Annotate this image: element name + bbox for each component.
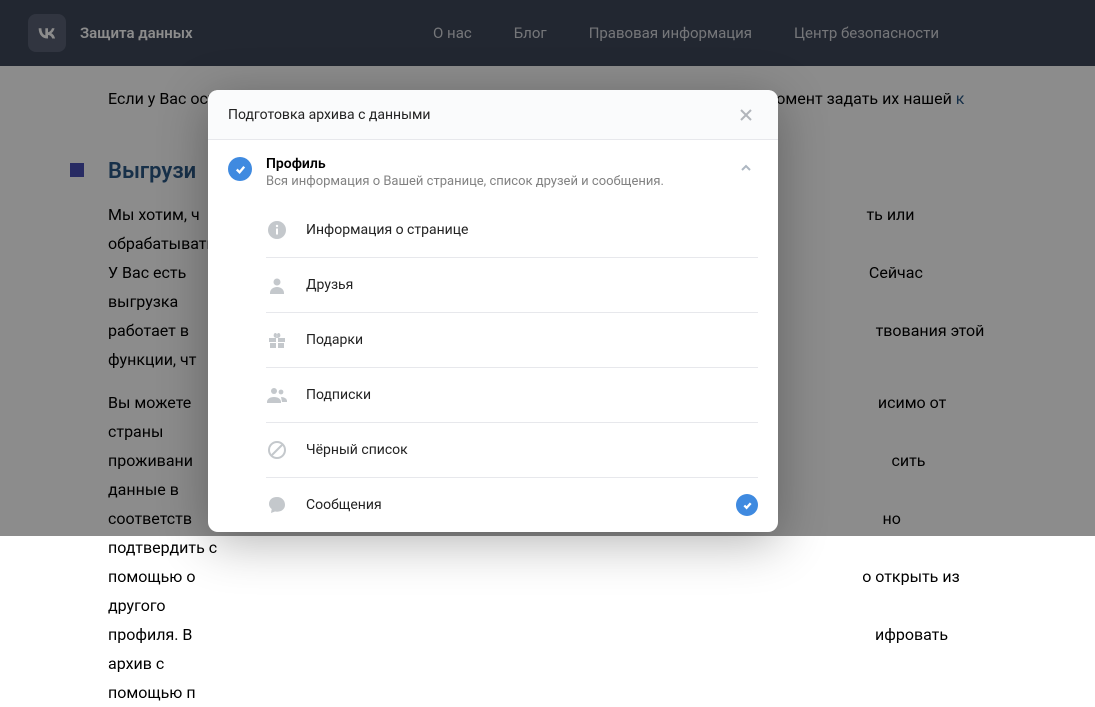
info-icon <box>266 219 288 241</box>
item-friends[interactable]: Друзья <box>266 257 758 312</box>
users-icon <box>266 384 288 406</box>
checkmark-icon <box>742 500 753 511</box>
item-blacklist[interactable]: Чёрный список <box>266 422 758 477</box>
item-label: Информация о странице <box>306 222 758 238</box>
gift-icon <box>266 329 288 351</box>
t: помощью о <box>108 567 195 586</box>
item-label: Друзья <box>306 277 758 293</box>
item-subscriptions[interactable]: Подписки <box>266 367 758 422</box>
item-label: Сообщения <box>306 497 718 513</box>
item-label: Чёрный список <box>306 442 758 458</box>
check-circle-icon <box>228 157 252 181</box>
t: профиля. В <box>108 625 192 644</box>
sub-items: Информация о странице Друзья Подарки Под… <box>208 203 778 532</box>
section-text: Профиль Вся информация о Вашей странице,… <box>266 156 720 189</box>
t: о открыть из другого <box>108 567 960 615</box>
collapse-button[interactable] <box>734 156 758 180</box>
modal-header: Подготовка архива с данными <box>208 90 778 140</box>
item-gifts[interactable]: Подарки <box>266 312 758 367</box>
section-desc: Вся информация о Вашей странице, список … <box>266 174 720 189</box>
section-name: Профиль <box>266 156 720 172</box>
item-page-info[interactable]: Информация о странице <box>266 203 758 257</box>
checkmark-icon <box>234 163 247 176</box>
ban-icon <box>266 439 288 461</box>
data-export-modal: Подготовка архива с данными Профиль Вся … <box>208 90 778 532</box>
close-button[interactable] <box>734 103 758 127</box>
user-icon <box>266 274 288 296</box>
section-profile[interactable]: Профиль Вся информация о Вашей странице,… <box>208 140 778 203</box>
close-icon <box>739 108 753 122</box>
t: помощью п <box>108 683 196 702</box>
item-checked-icon <box>736 494 758 516</box>
item-messages[interactable]: Сообщения <box>266 477 758 532</box>
message-icon <box>266 494 288 516</box>
modal-title: Подготовка архива с данными <box>228 107 430 123</box>
item-label: Подарки <box>306 332 758 348</box>
t: ифровать архив с <box>108 625 948 673</box>
item-label: Подписки <box>306 387 758 403</box>
chevron-up-icon <box>740 162 752 174</box>
